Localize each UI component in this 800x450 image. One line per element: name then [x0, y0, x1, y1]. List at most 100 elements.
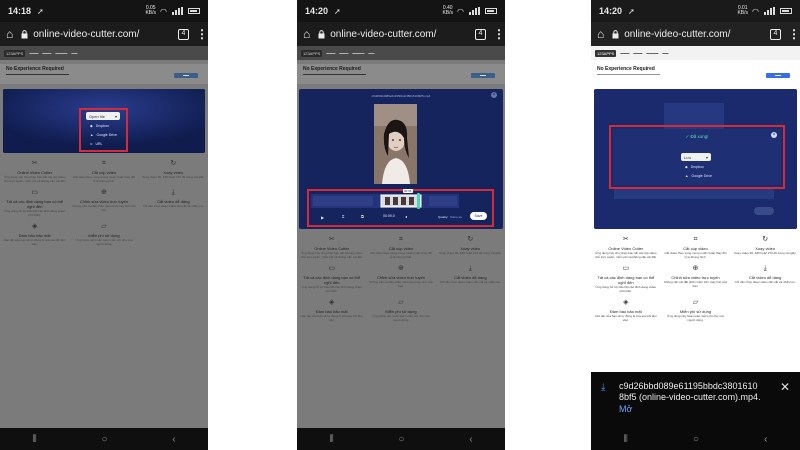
lock-icon [612, 29, 619, 38]
quality-select[interactable]: Same as [450, 215, 462, 219]
phone-screen-2: 14:20 ➚ 0.40 KB/s ◠ ⌂ online-video-cutter… [297, 0, 505, 450]
trim-handle[interactable] [417, 193, 420, 209]
google-drive-icon: ▲ [685, 174, 689, 178]
nav-link[interactable]: ▬▬▬ [339, 51, 348, 55]
dropbox-icon: ◆ [685, 165, 688, 169]
url-text[interactable]: online-video-cutter.com/ [330, 29, 475, 40]
feature-text: Không cần cài đặt phần mềm trên máy tính… [369, 280, 433, 288]
tab-count-button[interactable]: 4 [770, 28, 781, 40]
timeline-strip[interactable] [311, 194, 459, 208]
recents-icon[interactable]: ⦀ [32, 434, 36, 445]
rotate-icon[interactable]: ⧉ [361, 214, 364, 219]
android-nav-bar: ⦀ ○ ‹ [591, 428, 800, 450]
close-icon[interactable]: ✕ [780, 380, 790, 394]
back-icon[interactable]: ‹ [764, 434, 767, 445]
url-text[interactable]: online-video-cutter.com/ [33, 29, 178, 40]
status-time: 14:18 [8, 6, 32, 16]
home-button-icon[interactable]: ○ [399, 434, 405, 445]
menu-item-google-drive[interactable]: ▲ Google Drive [90, 133, 117, 137]
android-nav-bar: ⦀ ○ ‹ [297, 428, 505, 450]
feature-card: ◈ Đảm bảo bảo mật Các tệp của bạn sẽ tự độ… [0, 223, 69, 246]
ad-text-placeholder: ▬▬▬▬▬▬▬▬▬▬▬▬▬▬▬▬▬▬▬▬▬ [6, 72, 69, 76]
save-button[interactable]: Lưu ▾ [681, 153, 711, 161]
nav-link[interactable]: ▬▬▬ [42, 51, 51, 55]
feature-card: ⌗ Cắt cúp video Cắt video theo vùng mong m… [69, 160, 138, 183]
scissors-icon: ✂ [31, 160, 38, 167]
net-speed: 0.05 KB/s [145, 5, 157, 16]
nav-link[interactable]: ▬▬ [368, 51, 374, 55]
feature-text: Không cần cài đặt phần mềm trên máy tính… [72, 204, 136, 212]
nav-link[interactable]: ▬▬▬▬ [646, 51, 658, 55]
feature-title: Tất cả các định dạng bạn có thể nghĩ đến [303, 275, 361, 285]
crop-icon: ⌗ [102, 160, 106, 167]
feature-card: ⤓ Cắt video dễ dàng Chỉ cần chọn đoạn vide… [730, 265, 800, 293]
wifi-icon: ◠ [752, 6, 759, 16]
ad-text-placeholder: ▬▬▬▬▬▬▬▬▬▬▬▬▬▬▬▬▬▬▬▬▬ [597, 72, 660, 76]
ad-banner[interactable]: No Experience Required ▬▬▬▬▬▬▬▬▬▬▬▬▬▬▬▬▬… [0, 64, 208, 84]
feature-card: ⊕ Chỉnh sửa video trực tuyến Không cần cài… [366, 265, 435, 293]
open-file-button[interactable]: Open file ▾ [86, 112, 120, 120]
home-icon[interactable]: ⌂ [6, 27, 13, 41]
download-notification[interactable]: ⤓ c9d26bbd089e61195bbdc3801610 8bf5 (onl… [591, 372, 800, 428]
save-button[interactable]: Save [470, 212, 487, 220]
home-icon[interactable]: ⌂ [303, 27, 310, 41]
more-menu-icon[interactable]: ⋮ [788, 27, 800, 41]
more-menu-icon[interactable]: ⋮ [196, 27, 208, 41]
feature-text: Không cần cài đặt phần mềm trên máy tính… [663, 280, 728, 288]
site-top-nav: 123APPS ▬▬▬ ▬▬▬ ▬▬▬▬ ▬▬ [591, 46, 800, 60]
feature-text: Ứng dụng hỗ trợ hầu hết các định dạng vi… [301, 285, 362, 293]
ad-button[interactable]: ▬▬ [471, 73, 495, 78]
nav-link[interactable]: ▬▬ [71, 51, 77, 55]
url-text[interactable]: online-video-cutter.com/ [624, 29, 770, 40]
menu-item-dropbox[interactable]: ◆ Dropbox [685, 165, 704, 169]
feature-card: ▱ Miễn phí sử dụng Ứng dụng này hoàn toàn … [366, 299, 435, 322]
open-file-label: Open file [89, 113, 106, 119]
tab-count-button[interactable]: 4 [475, 28, 486, 40]
tab-count-button[interactable]: 4 [178, 28, 189, 40]
site-logo[interactable]: 123APPS [301, 49, 323, 57]
feature-card: ✂ Online Video Cutter Ứng dụng này cho phé… [591, 236, 661, 259]
feature-card: ↻ Xoay video Xoay video 90, 180 hoặc 270 đ… [730, 236, 800, 259]
volume-icon[interactable]: ◂ [405, 214, 407, 219]
home-button-icon[interactable]: ○ [102, 434, 108, 445]
video-preview[interactable] [374, 104, 417, 184]
menu-item-dropbox[interactable]: ◆ Dropbox [90, 124, 109, 128]
back-icon[interactable]: ‹ [469, 434, 472, 445]
nav-link[interactable]: ▬▬▬ [633, 51, 642, 55]
ticket-icon: ▱ [398, 299, 404, 306]
nav-link[interactable]: ▬▬ [662, 51, 668, 55]
close-icon[interactable]: × [491, 92, 497, 98]
feature-card: ▱ Miễn phí sử dụng Ứng dụng này hoàn toàn … [69, 223, 138, 246]
ad-banner[interactable]: No Experience Required ▬▬▬▬▬▬▬▬▬▬▬▬▬▬▬▬▬… [297, 64, 505, 84]
nav-arrow-icon: ➚ [37, 6, 44, 16]
home-icon[interactable]: ⌂ [597, 27, 604, 41]
nav-link[interactable]: ▬▬▬▬ [55, 51, 67, 55]
feature-text: Ứng dụng này hoàn toàn miễn phí cho mọi … [75, 238, 133, 246]
more-menu-icon[interactable]: ⋮ [493, 27, 505, 41]
nav-link[interactable]: ▬▬▬ [29, 51, 38, 55]
site-logo[interactable]: 123APPS [4, 49, 26, 57]
open-download-button[interactable]: Mở [619, 404, 632, 414]
feature-text: Ứng dụng này cho phép bạn cắt các tệp vi… [594, 251, 657, 259]
site-logo[interactable]: 123APPS [595, 49, 617, 57]
play-icon[interactable]: ▶ [321, 215, 324, 220]
ad-button[interactable]: ▬▬ [766, 73, 790, 78]
feature-card: ⌗ Cắt cúp video Cắt video theo vùng mong m… [661, 236, 731, 259]
nav-link[interactable]: ▬▬▬▬ [352, 51, 364, 55]
nav-link[interactable]: ▬▬▬ [620, 51, 629, 55]
back-icon[interactable]: ‹ [172, 434, 175, 445]
home-button-icon[interactable]: ○ [693, 434, 699, 445]
browser-url-bar: ⌂ online-video-cutter.com/ 4 ⋮ [591, 22, 800, 46]
nav-link[interactable]: ▬▬▬ [326, 51, 335, 55]
menu-item-google-drive[interactable]: ▲ Google Drive [685, 174, 712, 178]
ad-banner[interactable]: No Experience Required ▬▬▬▬▬▬▬▬▬▬▬▬▬▬▬▬▬… [591, 64, 800, 84]
menu-item-url[interactable]: ∞ URL [90, 142, 103, 146]
ad-button[interactable]: ▬▬ [174, 73, 198, 78]
battery-icon [188, 8, 200, 14]
recents-icon[interactable]: ⦀ [329, 434, 333, 445]
status-bar: 14:18 ➚ 0.05 KB/s ◠ [0, 0, 208, 22]
crop-icon[interactable]: ⌗ [342, 214, 344, 219]
recents-icon[interactable]: ⦀ [624, 434, 628, 445]
time-marker: 00:06 [403, 189, 413, 193]
battery-icon [780, 8, 792, 14]
